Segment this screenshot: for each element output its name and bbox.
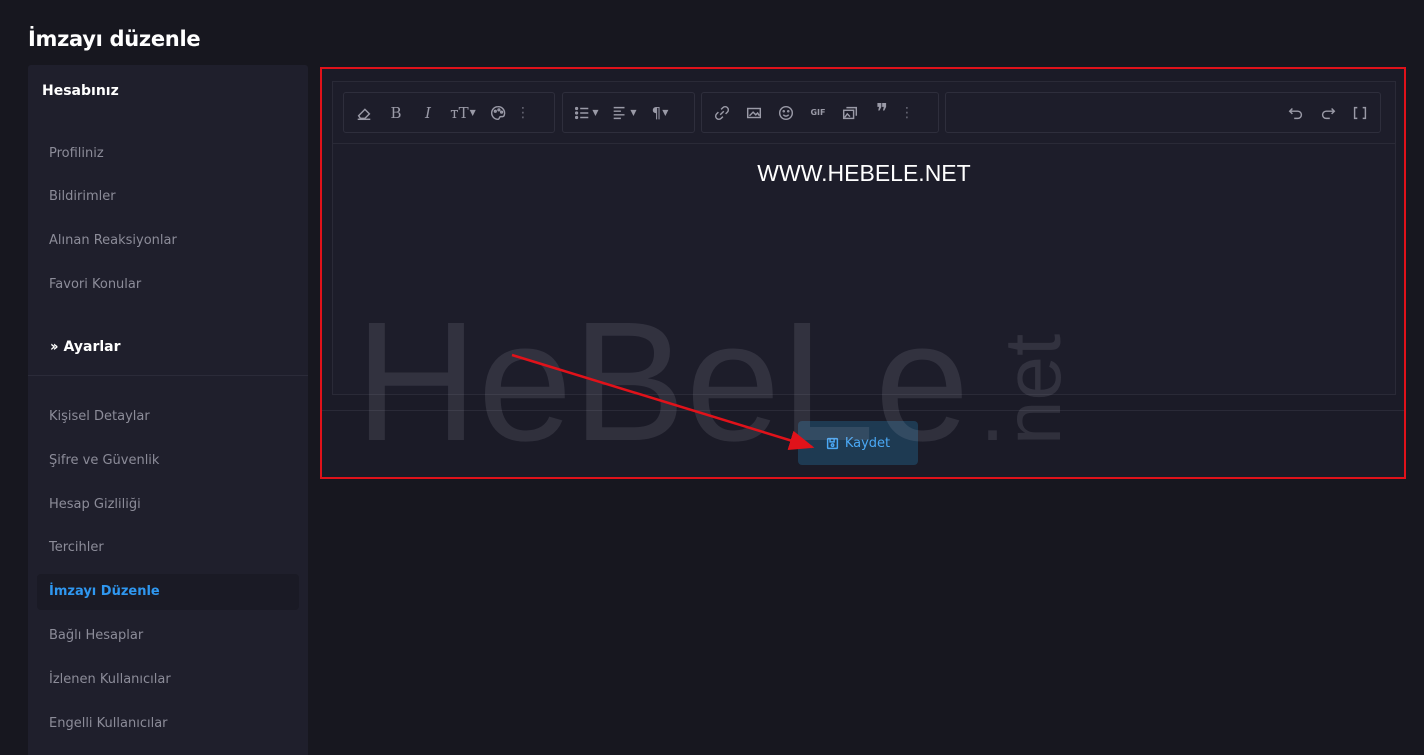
redo-icon[interactable] — [1314, 99, 1342, 127]
gif-icon[interactable]: GIF — [804, 99, 832, 127]
toolbar-group-format: ▼ ▼ ¶ ▼ — [562, 92, 695, 133]
toolbar-group-text: B I тT ▼ ⋮ — [343, 92, 555, 133]
sidebar-item-preferences[interactable]: Tercihler — [37, 530, 299, 566]
paragraph-icon[interactable]: ¶ ▼ — [645, 99, 675, 127]
signature-editor-panel: B I тT ▼ ⋮ ▼ ▼ ¶ ▼ GIF ❞ ⋮ WWW.HEBELE.NE… — [320, 67, 1406, 479]
rich-text-editor[interactable]: B I тT ▼ ⋮ ▼ ▼ ¶ ▼ GIF ❞ ⋮ WWW.HEBELE.NE… — [332, 81, 1396, 395]
quote-icon[interactable]: ❞ — [868, 99, 896, 127]
double-chevron-icon: ›› — [50, 339, 58, 355]
editor-toolbar: B I тT ▼ ⋮ ▼ ▼ ¶ ▼ GIF ❞ ⋮ — [333, 82, 1395, 144]
undo-icon[interactable] — [1282, 99, 1310, 127]
sidebar-section-settings[interactable]: ›› Ayarlar — [50, 333, 121, 361]
more-icon[interactable]: ⋮ — [900, 99, 914, 127]
media-icon[interactable] — [836, 99, 864, 127]
image-icon[interactable] — [740, 99, 768, 127]
sidebar-item-connected-accounts[interactable]: Bağlı Hesaplar — [37, 618, 299, 654]
font-size-icon[interactable]: тT ▼ — [446, 99, 480, 127]
italic-icon[interactable]: I — [414, 99, 442, 127]
save-button-label: Kaydet — [844, 435, 891, 451]
more-icon[interactable]: ⋮ — [516, 99, 530, 127]
editor-footer-divider — [322, 410, 1404, 411]
align-icon[interactable]: ▼ — [607, 99, 641, 127]
sidebar-item-reactions[interactable]: Alınan Reaksiyonlar — [37, 223, 299, 259]
sidebar-item-privacy[interactable]: Hesap Gizliliği — [37, 487, 299, 523]
sidebar-item-password-security[interactable]: Şifre ve Güvenlik — [37, 443, 299, 479]
sidebar-divider — [28, 375, 308, 376]
sidebar-item-followed-users[interactable]: İzlenen Kullanıcılar — [37, 662, 299, 698]
toolbar-group-insert: GIF ❞ ⋮ — [701, 92, 939, 133]
link-icon[interactable] — [708, 99, 736, 127]
sidebar-item-blocked-users[interactable]: Engelli Kullanıcılar — [37, 706, 299, 742]
page-title: İmzayı düzenle — [28, 27, 201, 51]
save-icon — [826, 437, 838, 449]
sidebar-item-personal-details[interactable]: Kişisel Detaylar — [37, 399, 299, 435]
palette-icon[interactable] — [484, 99, 512, 127]
list-icon[interactable]: ▼ — [569, 99, 603, 127]
sidebar-item-profile[interactable]: Profiliniz — [37, 136, 299, 172]
fullscreen-icon[interactable] — [1346, 99, 1374, 127]
emoji-icon[interactable] — [772, 99, 800, 127]
toolbar-group-history — [945, 92, 1381, 133]
account-sidebar: Hesabınız Profiliniz Bildirimler Alınan … — [28, 65, 308, 755]
sidebar-item-signature[interactable]: İmzayı Düzenle — [37, 574, 299, 610]
bold-icon[interactable]: B — [382, 99, 410, 127]
sidebar-section-label: Ayarlar — [63, 339, 121, 355]
sidebar-heading: Hesabınız — [42, 83, 119, 99]
signature-content[interactable]: WWW.HEBELE.NET — [333, 160, 1395, 187]
sidebar-item-favorites[interactable]: Favori Konular — [37, 267, 299, 303]
save-button[interactable]: Kaydet — [798, 421, 918, 465]
sidebar-item-notifications[interactable]: Bildirimler — [37, 179, 299, 215]
eraser-icon[interactable] — [350, 99, 378, 127]
